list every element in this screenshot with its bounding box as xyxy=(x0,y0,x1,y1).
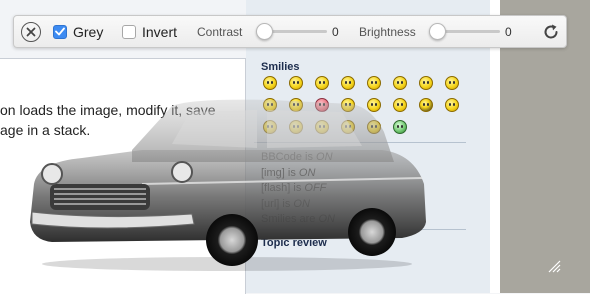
post-body-text: on loads the image, modify it, save age … xyxy=(0,100,240,140)
smiley-icon[interactable] xyxy=(315,120,329,134)
smiley-icon[interactable] xyxy=(341,120,355,134)
smiley-icon[interactable] xyxy=(367,76,381,90)
grey-label[interactable]: Grey xyxy=(73,24,103,40)
smiley-icon[interactable] xyxy=(419,98,433,112)
post-body-panel xyxy=(0,58,246,294)
brightness-label: Brightness xyxy=(359,24,416,39)
grey-checkbox[interactable]: Grey xyxy=(53,16,103,47)
smiley-icon[interactable] xyxy=(341,76,355,90)
smiley-icon[interactable] xyxy=(263,76,277,90)
smiley-icon[interactable] xyxy=(419,76,433,90)
brightness-slider-knob[interactable] xyxy=(429,23,446,40)
image-adjust-toolbar: Grey Invert Contrast 0 Brightness 0 xyxy=(13,15,567,48)
posting-rule: [flash] is OFF xyxy=(261,182,327,194)
smiley-icon[interactable] xyxy=(367,120,381,134)
posting-rules-list: BBCode is ON [img] is ON [flash] is OFF … xyxy=(261,150,335,228)
smiley-icon[interactable] xyxy=(263,98,277,112)
resize-grip-icon[interactable] xyxy=(547,259,561,273)
smiley-icon[interactable] xyxy=(315,98,329,112)
smiley-icon[interactable] xyxy=(367,98,381,112)
smiley-icon[interactable] xyxy=(263,120,277,134)
contrast-label: Contrast xyxy=(197,24,243,39)
close-button[interactable] xyxy=(21,22,41,42)
smiley-icon[interactable] xyxy=(393,120,407,134)
checkbox-unchecked-icon[interactable] xyxy=(122,24,136,39)
smiley-icon[interactable] xyxy=(289,120,303,134)
smiley-icon[interactable] xyxy=(289,76,303,90)
brightness-value: 0 xyxy=(505,24,512,39)
smiley-icon[interactable] xyxy=(445,76,459,90)
contrast-value: 0 xyxy=(332,24,339,39)
smiley-icon[interactable] xyxy=(289,98,303,112)
section-divider xyxy=(254,142,466,143)
smiley-icon[interactable] xyxy=(393,76,407,90)
smiley-icon[interactable] xyxy=(393,98,407,112)
smilies-heading: Smilies xyxy=(261,61,300,73)
invert-checkbox[interactable]: Invert xyxy=(122,16,177,47)
contrast-slider-knob[interactable] xyxy=(256,23,273,40)
post-text-line: on loads the image, modify it, save xyxy=(0,102,216,118)
posting-rule: [img] is ON xyxy=(261,166,316,179)
posting-rule: BBCode is ON xyxy=(261,151,333,163)
posting-rule: Smilies are ON xyxy=(261,213,335,225)
smiley-icon[interactable] xyxy=(445,98,459,112)
post-text-line: age in a stack. xyxy=(0,122,91,138)
brightness-label-wrap: Brightness xyxy=(359,16,416,47)
posting-rule: [url] is ON xyxy=(261,197,310,210)
smiley-icon[interactable] xyxy=(315,76,329,90)
contrast-label-wrap: Contrast xyxy=(197,16,242,47)
close-icon xyxy=(26,27,36,37)
reset-icon[interactable] xyxy=(541,22,561,42)
section-divider xyxy=(254,229,466,230)
topic-review-heading[interactable]: Topic review xyxy=(261,237,327,249)
checkbox-checked-icon[interactable] xyxy=(53,24,67,39)
smiley-icon[interactable] xyxy=(341,98,355,112)
invert-label[interactable]: Invert xyxy=(142,24,177,40)
